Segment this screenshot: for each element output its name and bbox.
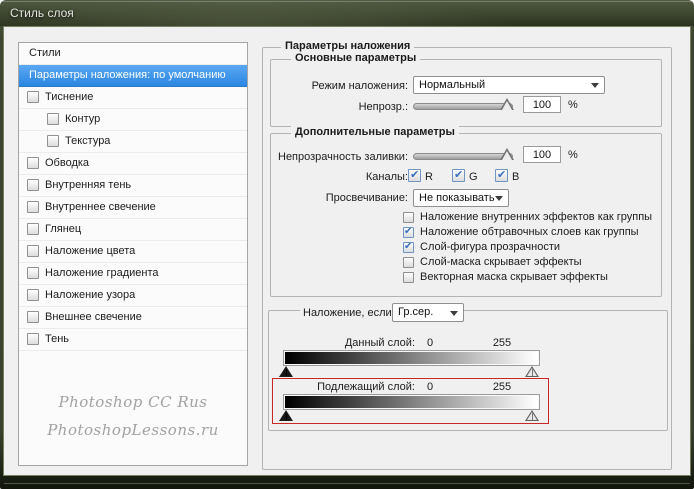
list-item-color-overlay[interactable]: Наложение цвета: [19, 241, 247, 263]
list-item-label: Обводка: [45, 153, 89, 174]
option-label: Наложение обтравочных слоев как группы: [420, 226, 639, 238]
this-layer-black-slider[interactable]: [279, 366, 293, 377]
blend-if-label: Наложение, если:: [300, 307, 398, 319]
window-title: Стиль слоя: [10, 0, 74, 26]
list-item-drop-shadow[interactable]: Тень: [19, 329, 247, 351]
title-bar[interactable]: Стиль слоя: [0, 0, 694, 27]
list-item-label: Тиснение: [45, 87, 93, 108]
chevron-down-icon: [495, 196, 503, 201]
list-item-label: Наложение градиента: [45, 263, 159, 284]
checkbox[interactable]: [27, 289, 39, 301]
list-item-blending-options[interactable]: Параметры наложения: по умолчанию: [19, 65, 247, 87]
list-item-styles[interactable]: Стили: [19, 43, 247, 65]
opacity-percent: %: [568, 99, 578, 111]
blend-mode-value: Нормальный: [419, 79, 485, 91]
list-item-label: Внутренняя тень: [45, 175, 131, 196]
channel-b-checkbox[interactable]: [495, 169, 508, 182]
this-layer-max: 255: [487, 337, 517, 349]
checkbox[interactable]: [47, 113, 59, 125]
opacity-label: Непрозр.:: [300, 101, 408, 113]
list-item-stroke[interactable]: Обводка: [19, 153, 247, 175]
advanced-blending-title: Дополнительные параметры: [291, 126, 459, 138]
list-item-label: Внутреннее свечение: [45, 197, 156, 218]
list-item-label: Глянец: [45, 219, 81, 240]
option-label: Векторная маска скрывает эффекты: [420, 271, 608, 283]
checkbox[interactable]: [27, 311, 39, 323]
checkbox[interactable]: [27, 245, 39, 257]
checkbox[interactable]: [27, 179, 39, 191]
list-item-label: Наложение цвета: [45, 241, 135, 262]
channel-b-label: B: [512, 171, 519, 183]
checkbox[interactable]: [27, 267, 39, 279]
list-item-label: Стили: [29, 43, 61, 64]
this-layer-gradient: [283, 350, 540, 366]
checkbox[interactable]: [27, 201, 39, 213]
option-label: Наложение внутренних эффектов как группы: [420, 211, 652, 223]
checkbox[interactable]: [27, 223, 39, 235]
checkbox[interactable]: [403, 272, 414, 283]
blending-options-group-title: Параметры наложения: [281, 40, 414, 52]
knockout-label: Просвечивание:: [262, 192, 408, 204]
checkbox[interactable]: [27, 333, 39, 345]
fill-opacity-input[interactable]: [523, 146, 561, 163]
channel-r-checkbox[interactable]: [408, 169, 421, 182]
channel-g-checkbox[interactable]: [452, 169, 465, 182]
watermark: Photoshop CC Rus PhotoshopLessons.ru: [19, 389, 247, 445]
list-item-inner-glow[interactable]: Внутреннее свечение: [19, 197, 247, 219]
this-layer-min: 0: [420, 337, 440, 349]
blend-if-select[interactable]: Гр.сер.: [392, 303, 464, 322]
watermark-line2: PhotoshopLessons.ru: [19, 417, 247, 445]
opacity-input[interactable]: [523, 96, 561, 113]
opacity-slider[interactable]: [413, 103, 513, 110]
watermark-line1: Photoshop CC Rus: [19, 389, 247, 417]
checkbox[interactable]: [403, 257, 414, 268]
blend-mode-label: Режим наложения:: [300, 80, 408, 92]
this-layer-white-slider[interactable]: [525, 366, 539, 377]
list-item-pattern-overlay[interactable]: Наложение узора: [19, 285, 247, 307]
list-item-inner-shadow[interactable]: Внутренняя тень: [19, 175, 247, 197]
list-item-texture[interactable]: Текстура: [19, 131, 247, 153]
list-item-contour[interactable]: Контур: [19, 109, 247, 131]
option-label: Слой-маска скрывает эффекты: [420, 256, 582, 268]
list-item-gradient-overlay[interactable]: Наложение градиента: [19, 263, 247, 285]
list-item-outer-glow[interactable]: Внешнее свечение: [19, 307, 247, 329]
knockout-value: Не показывать: [419, 192, 495, 204]
annotation-highlight-rectangle: [272, 378, 549, 424]
chevron-down-icon: [591, 83, 599, 88]
list-item-label: Внешнее свечение: [45, 307, 142, 328]
list-item-label: Тень: [45, 329, 69, 350]
blend-mode-select[interactable]: Нормальный: [413, 76, 605, 94]
channels-label: Каналы:: [300, 171, 408, 183]
checkbox[interactable]: [27, 157, 39, 169]
option-label: Слой-фигура прозрачности: [420, 241, 560, 253]
channel-g-label: G: [469, 171, 478, 183]
checkbox[interactable]: [403, 242, 414, 253]
checkbox[interactable]: [27, 91, 39, 103]
blend-if-value: Гр.сер.: [398, 306, 433, 318]
chevron-down-icon: [450, 311, 458, 316]
list-item-bevel[interactable]: Тиснение: [19, 87, 247, 109]
opacity-slider-thumb[interactable]: [500, 98, 514, 110]
list-item-label: Текстура: [65, 131, 110, 152]
fill-opacity-slider[interactable]: [413, 153, 513, 160]
fill-opacity-slider-thumb[interactable]: [500, 148, 514, 160]
fill-opacity-percent: %: [568, 149, 578, 161]
list-item-satin[interactable]: Глянец: [19, 219, 247, 241]
fill-opacity-label: Непрозрачность заливки:: [262, 151, 408, 163]
general-blending-title: Основные параметры: [291, 52, 420, 64]
channel-r-label: R: [425, 171, 433, 183]
checkbox[interactable]: [47, 135, 59, 147]
checkbox[interactable]: [403, 227, 414, 238]
layer-style-dialog: Стиль слоя Стили Параметры наложения: по…: [0, 0, 694, 489]
this-layer-label: Данный слой:: [300, 337, 415, 349]
list-item-label: Параметры наложения: по умолчанию: [29, 65, 226, 86]
list-item-label: Наложение узора: [45, 285, 135, 306]
knockout-select[interactable]: Не показывать: [413, 189, 509, 207]
styles-list: Стили Параметры наложения: по умолчанию …: [18, 42, 248, 466]
checkbox[interactable]: [403, 212, 414, 223]
list-item-label: Контур: [65, 109, 100, 130]
